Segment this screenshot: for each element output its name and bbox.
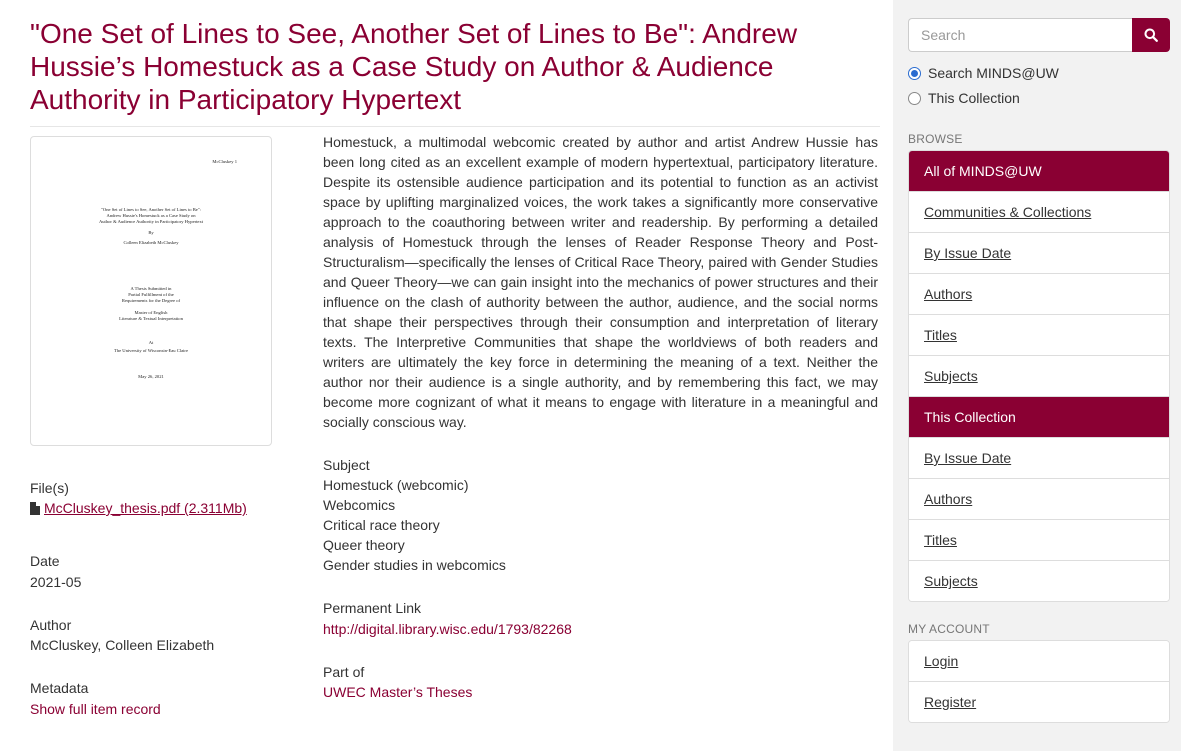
my-account-heading: MY ACCOUNT [908,622,990,636]
thumbnail-title: "One Set of Lines to See, Another Set of… [98,207,204,224]
browse-collection-header: This Collection [909,397,1169,438]
title-divider [30,126,880,127]
part-of-label: Part of [323,664,365,680]
subject-item: Critical race theory [323,517,440,533]
abstract-text: Homestuck, a multimodal webcomic created… [323,134,878,430]
account-list: Login Register [908,640,1170,723]
files-label: File(s) [30,480,69,496]
scope-option-label: Search MINDS@UW [928,65,1059,81]
permanent-link[interactable]: http://digital.library.wisc.edu/1793/822… [323,619,878,639]
browse-collection-by-issue-date[interactable]: By Issue Date [909,438,1169,479]
thesis-thumbnail[interactable]: McCluskey 1 "One Set of Lines to See, An… [30,136,272,446]
thumbnail-page: McCluskey 1 "One Set of Lines to See, An… [35,141,267,441]
subject-item: Gender studies in webcomics [323,557,506,573]
subject-section: Subject Homestuck (webcomic) Webcomics C… [323,455,878,575]
permanent-link-section: Permanent Link http://digital.library.wi… [323,598,878,639]
author-value: McCluskey, Colleen Elizabeth [30,637,215,653]
permanent-link-label: Permanent Link [323,600,422,616]
scope-option-all[interactable]: Search MINDS@UW [908,65,1059,81]
thumbnail-at: At [148,340,154,345]
part-of-section: Part of UWEC Master’s Theses [323,662,878,702]
metadata-label: Metadata [30,680,89,696]
thumbnail-submitted: A Thesis Submitted in Partial Fulfillmen… [121,286,181,303]
subject-item: Webcomics [323,497,396,513]
author-label: Author [30,617,72,633]
browse-communities-collections[interactable]: Communities & Collections [909,192,1169,233]
thumbnail-header: McCluskey 1 [212,159,237,164]
browse-all-titles[interactable]: Titles [909,315,1169,356]
collection-link[interactable]: UWEC Master’s Theses [323,682,878,702]
main-content: "One Set of Lines to See, Another Set of… [30,0,880,751]
thumbnail-degree: Master of English Literature & Textual I… [119,310,183,321]
browse-all-authors[interactable]: Authors [909,274,1169,315]
file-icon [30,501,40,515]
search-button[interactable] [1132,18,1170,52]
browse-all-header: All of MINDS@UW [909,151,1169,192]
scope-option-label: This Collection [928,90,1020,106]
browse-collection-authors[interactable]: Authors [909,479,1169,520]
date-section: Date 2021-05 [30,551,290,592]
thumbnail-by: By [148,230,154,235]
search-icon [1144,28,1158,42]
browse-heading: BROWSE [908,132,963,146]
browse-collection-subjects[interactable]: Subjects [909,561,1169,601]
date-label: Date [30,553,60,569]
show-full-record-link[interactable]: Show full item record [30,699,290,719]
search-bar [908,18,1170,52]
sidebar: Search MINDS@UW This Collection BROWSE A… [893,0,1181,751]
radio-selected-icon[interactable] [908,66,921,80]
page-title: "One Set of Lines to See, Another Set of… [30,18,798,115]
browse-collection-titles[interactable]: Titles [909,520,1169,561]
register-link[interactable]: Register [909,682,1169,722]
thumbnail-date: May 26, 2021 [138,374,164,379]
thumbnail-author: Colleen Elizabeth McCluskey [123,240,179,245]
login-link[interactable]: Login [909,641,1169,682]
subject-item: Queer theory [323,537,405,553]
file-download-link[interactable]: McCluskey_thesis.pdf (2.311Mb) [30,498,247,518]
metadata-section: Metadata Show full item record [30,678,290,719]
subject-label: Subject [323,457,370,473]
radio-unselected-icon[interactable] [908,91,921,105]
scope-option-collection[interactable]: This Collection [908,90,1020,106]
files-section: File(s) McCluskey_thesis.pdf (2.311Mb) [30,478,290,518]
author-section: Author McCluskey, Colleen Elizabeth [30,615,290,655]
browse-list: All of MINDS@UW Communities & Collection… [908,150,1170,602]
subject-item: Homestuck (webcomic) [323,477,469,493]
file-link-text: McCluskey_thesis.pdf (2.311Mb) [44,500,247,516]
date-value: 2021-05 [30,574,82,590]
search-input[interactable] [908,18,1132,52]
browse-all-by-issue-date[interactable]: By Issue Date [909,233,1169,274]
thumbnail-institution: The University of Wisconsin-Eau Claire [114,348,188,353]
browse-all-subjects[interactable]: Subjects [909,356,1169,397]
